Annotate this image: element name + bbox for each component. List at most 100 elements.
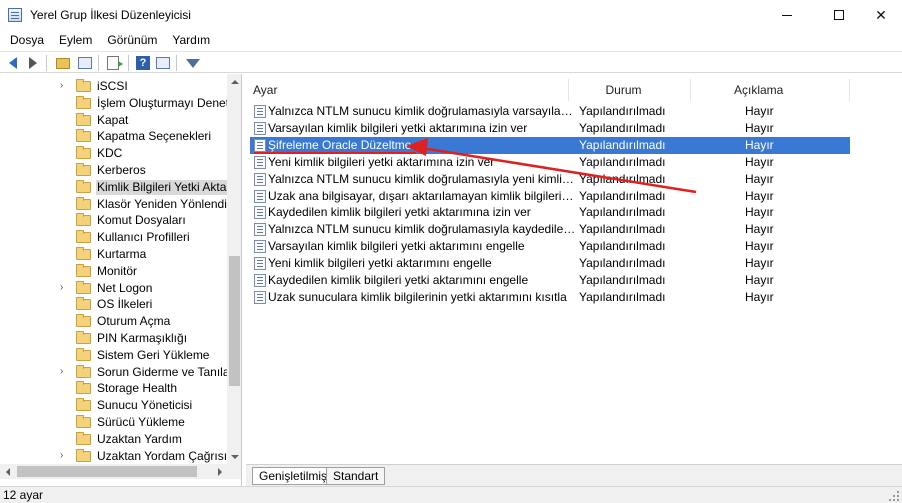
folder-icon	[76, 263, 91, 277]
setting-state: Yapılandırılmadı	[579, 154, 666, 169]
column-divider[interactable]	[568, 79, 569, 101]
policy-tree: › iSCSI İşlem Oluşturmayı Denetle Kapat Kapa…	[0, 74, 227, 464]
setting-state: Yapılandırılmadı	[579, 239, 666, 254]
folder-icon	[76, 129, 91, 143]
tree-item[interactable]: Klasör Yeniden Yönlendirm	[0, 196, 227, 213]
folder-icon	[76, 196, 91, 210]
tree-item[interactable]: Sunucu Yöneticisi	[0, 397, 227, 414]
toolbar-separator	[128, 55, 129, 71]
up-level-button[interactable]	[54, 54, 72, 72]
menu-dosya[interactable]: Dosya	[0, 30, 51, 50]
tree-item[interactable]: Kapatma Seçenekleri	[0, 128, 227, 145]
column-header-comment[interactable]: Açıklama	[734, 79, 783, 103]
export-list-icon	[107, 56, 123, 70]
setting-state: Yapılandırılmadı	[579, 205, 666, 220]
tree-item[interactable]: Monitör	[0, 263, 227, 280]
setting-row[interactable]: Uzak ana bilgisayar, dışarı aktarılamaya…	[250, 188, 850, 205]
setting-row[interactable]: Şifreleme Oracle Düzeltme Yapılandırılmad…	[250, 136, 850, 154]
tree-item[interactable]: › Uzaktan Yordam Çağrısı	[0, 448, 227, 464]
tree-item[interactable]: Komut Dosyaları	[0, 212, 227, 229]
toolbar: ?	[0, 51, 902, 73]
setting-state: Yapılandırılmadı	[579, 171, 666, 186]
menu-yardim[interactable]: Yardım	[164, 30, 217, 50]
expand-chevron-icon[interactable]: ›	[60, 282, 70, 294]
forward-button[interactable]	[24, 54, 42, 72]
tree-item[interactable]: Sistem Geri Yükleme	[0, 347, 227, 364]
setting-row[interactable]: Varsayılan kimlik bilgileri yetki aktarı…	[250, 238, 850, 255]
setting-row[interactable]: Yalnızca NTLM sunucu kimlik doğrulamasıy…	[250, 103, 850, 120]
tree-item[interactable]: Storage Health	[0, 380, 227, 397]
setting-row[interactable]: Kaydedilen kimlik bilgileri yetki aktarı…	[250, 204, 850, 221]
expand-chevron-icon[interactable]: ›	[60, 450, 70, 462]
maximize-button[interactable]	[816, 0, 862, 30]
setting-state: Yapılandırılmadı	[579, 120, 666, 135]
scroll-thumb[interactable]	[229, 256, 240, 386]
help-button[interactable]: ?	[134, 54, 152, 72]
tree-item-label: Sürücü Yükleme	[97, 415, 185, 429]
column-header-setting[interactable]: Ayar	[253, 79, 277, 103]
tree-item[interactable]: OS İlkeleri	[0, 296, 227, 313]
setting-row[interactable]: Yalnızca NTLM sunucu kimlik doğrulamasıy…	[250, 221, 850, 238]
menu-eylem[interactable]: Eylem	[51, 30, 99, 50]
tab-standard[interactable]: Standart	[326, 467, 386, 485]
folder-icon	[76, 179, 91, 193]
column-header-state[interactable]: Durum	[596, 79, 651, 103]
expand-chevron-icon[interactable]: ›	[60, 80, 70, 92]
tree-item[interactable]: › Sorun Giderme ve Tanılam	[0, 364, 227, 381]
toolbar-separator	[98, 55, 99, 71]
setting-row[interactable]: Uzak sunuculara kimlik bilgilerinin yetk…	[250, 289, 850, 306]
export-list-button[interactable]	[104, 54, 123, 72]
back-button[interactable]	[4, 54, 22, 72]
tree-horizontal-scrollbar[interactable]	[0, 464, 227, 479]
scroll-left-button[interactable]	[0, 464, 15, 479]
column-divider[interactable]	[690, 79, 691, 101]
column-divider[interactable]	[849, 79, 850, 101]
tree-item[interactable]: › Net Logon	[0, 280, 227, 297]
tree-item[interactable]: Kimlik Bilgileri Yetki Aktarı	[0, 179, 227, 196]
tree-item[interactable]: Uzaktan Yardım	[0, 431, 227, 448]
close-button[interactable]: ✕	[858, 0, 902, 30]
setting-row[interactable]: Kaydedilen kimlik bilgileri yetki aktarı…	[250, 272, 850, 289]
setting-name: Kaydedilen kimlik bilgileri yetki aktarı…	[268, 273, 529, 287]
policy-setting-icon	[254, 257, 266, 271]
setting-row[interactable]: Yeni kimlik bilgileri yetki aktarımına i…	[250, 154, 850, 171]
setting-row[interactable]: Yeni kimlik bilgileri yetki aktarımını e…	[250, 255, 850, 272]
scroll-right-button[interactable]	[212, 464, 227, 479]
setting-comment: Hayır	[745, 205, 774, 220]
tree-item-label: Sistem Geri Yükleme	[97, 347, 210, 362]
close-icon: ✕	[875, 6, 887, 23]
show-hide-tree-button[interactable]	[76, 54, 94, 72]
tree-vertical-scrollbar[interactable]	[227, 74, 241, 464]
tree-item-label: Komut Dosyaları	[97, 213, 186, 228]
filter-button[interactable]	[184, 54, 202, 72]
minimize-button[interactable]	[764, 0, 810, 30]
tree-item[interactable]: Oturum Açma	[0, 313, 227, 330]
tree-item[interactable]: Sürücü Yükleme	[0, 414, 227, 431]
folder-icon	[76, 431, 91, 445]
setting-row[interactable]: Varsayılan kimlik bilgileri yetki aktarı…	[250, 120, 850, 137]
tree-item-label: KDC	[97, 146, 123, 161]
tree-item[interactable]: › iSCSI	[0, 78, 227, 95]
menu-gorunum[interactable]: Görünüm	[99, 30, 164, 50]
folder-icon	[76, 213, 91, 227]
scroll-down-button[interactable]	[227, 449, 241, 464]
properties-icon	[156, 57, 170, 69]
tree-item[interactable]: Kullanıcı Profilleri	[0, 229, 227, 246]
expand-chevron-icon[interactable]: ›	[60, 366, 70, 378]
tree-item[interactable]: Kerberos	[0, 162, 227, 179]
setting-row[interactable]: Yalnızca NTLM sunucu kimlik doğrulamasıy…	[250, 171, 850, 188]
scroll-up-button[interactable]	[227, 74, 241, 89]
tree-item[interactable]: Kapat	[0, 112, 227, 129]
folder-icon	[76, 280, 91, 294]
scroll-thumb[interactable]	[17, 466, 197, 477]
tree-item[interactable]: Kurtarma	[0, 246, 227, 263]
gpedit-app-icon	[8, 8, 22, 22]
resize-grip-icon[interactable]	[888, 490, 900, 502]
tree-item[interactable]: PIN Karmaşıklığı	[0, 330, 227, 347]
properties-button[interactable]	[154, 54, 172, 72]
tab-extended[interactable]: Genişletilmiş	[252, 467, 334, 485]
tree-item[interactable]: KDC	[0, 145, 227, 162]
tree-item-label: Kerberos	[97, 163, 146, 177]
tree-item-label: Sorun Giderme ve Tanılam	[97, 364, 227, 379]
tree-item[interactable]: İşlem Oluşturmayı Denetle	[0, 95, 227, 112]
